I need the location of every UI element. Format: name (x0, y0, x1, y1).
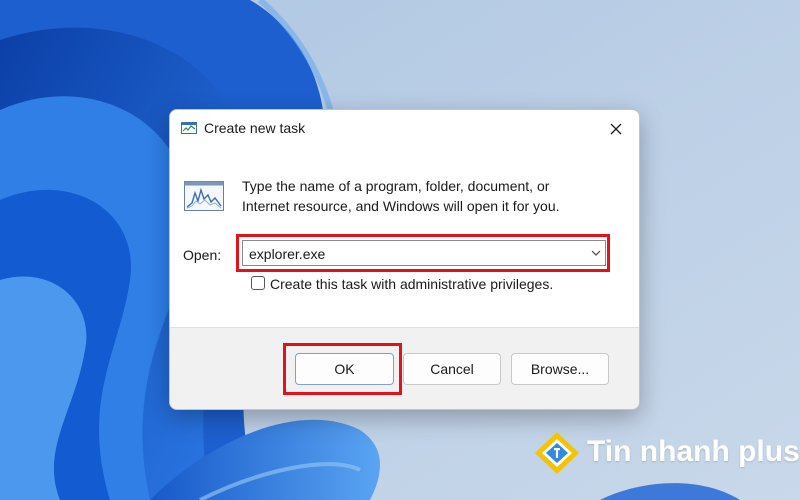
open-label: Open: (183, 247, 222, 263)
dialog-title: Create new task (204, 120, 306, 136)
admin-privileges-label[interactable]: Create this task with administrative pri… (270, 276, 553, 292)
close-button[interactable] (596, 114, 636, 144)
admin-privileges-checkbox[interactable] (251, 276, 265, 290)
open-field-highlight-box (236, 234, 610, 272)
performance-graph-icon (184, 181, 224, 211)
close-icon (610, 123, 622, 135)
dialog-description: Type the name of a program, folder, docu… (242, 176, 622, 216)
create-new-task-dialog: Create new task Type the name of a progr… (169, 109, 640, 410)
tin-nhanh-plus-logo-icon (535, 432, 579, 474)
description-line-2: Internet resource, and Windows will open… (242, 198, 560, 214)
browse-button[interactable]: Browse... (511, 353, 609, 385)
task-manager-icon (181, 122, 197, 134)
watermark: Tin nhanh plus (533, 430, 800, 476)
dialog-titlebar: Create new task (170, 110, 639, 146)
ok-button-highlight-box (283, 343, 402, 395)
cancel-button[interactable]: Cancel (403, 353, 501, 385)
description-line-1: Type the name of a program, folder, docu… (242, 178, 550, 194)
watermark-text: Tin nhanh plus (587, 435, 800, 468)
